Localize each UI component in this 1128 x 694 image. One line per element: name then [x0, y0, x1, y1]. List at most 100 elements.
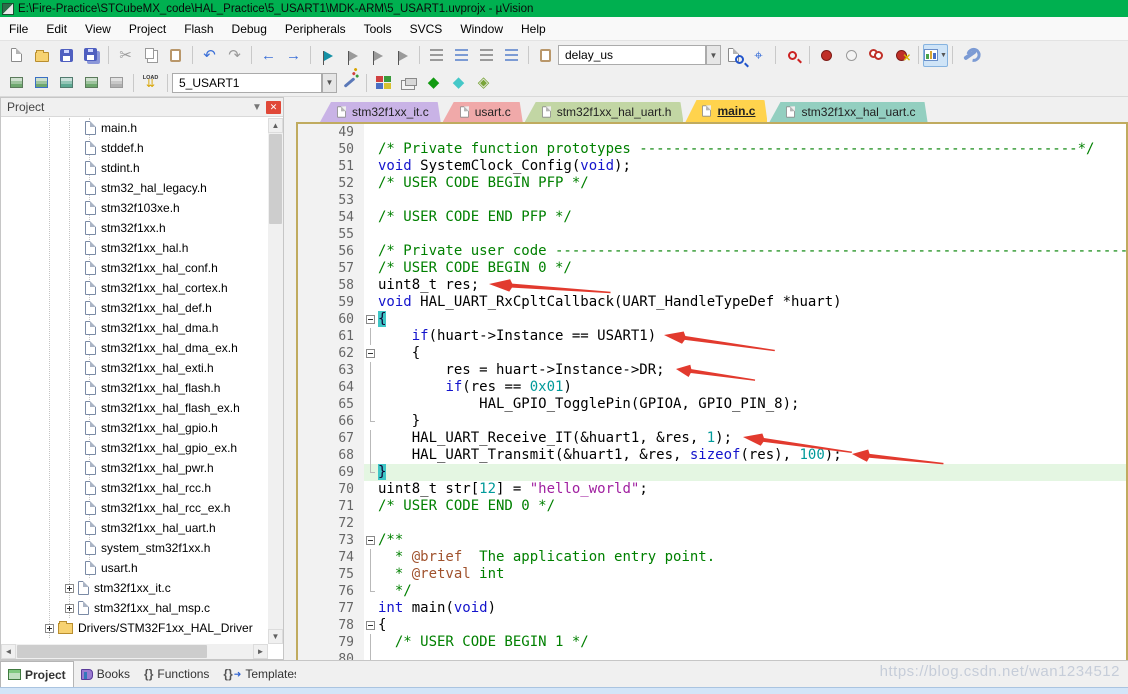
tree-item-stddef-h[interactable]: stddef.h	[1, 138, 268, 158]
rebuild-button[interactable]	[54, 71, 79, 94]
fold-margin[interactable]	[364, 617, 378, 634]
find-combobox[interactable]: delay_us	[558, 45, 706, 65]
code-line-66[interactable]: 66 }	[298, 413, 1126, 430]
expand-plus-icon[interactable]	[45, 624, 54, 633]
cut-button[interactable]: ✂	[113, 44, 138, 67]
code-line-50[interactable]: 50/* Private function prototypes -------…	[298, 141, 1126, 158]
new-file-button[interactable]	[4, 44, 29, 67]
manage-project-items-button[interactable]	[396, 71, 421, 94]
pin-icon[interactable]: ▼	[250, 100, 264, 114]
comment-selection-button[interactable]	[474, 44, 499, 67]
code-line-73[interactable]: 73/**	[298, 532, 1126, 549]
menu-item-peripherals[interactable]: Peripherals	[276, 18, 355, 40]
scroll-up-icon[interactable]: ▲	[268, 118, 283, 133]
save-button[interactable]	[54, 44, 79, 67]
scroll-left-icon[interactable]: ◄	[1, 644, 16, 659]
indent-button[interactable]	[449, 44, 474, 67]
target-select[interactable]: 5_USART1	[172, 73, 322, 93]
stop-build-button[interactable]	[104, 71, 129, 94]
tree-item-stm32f1xx-hal-msp-c[interactable]: stm32f1xx_hal_msp.c	[1, 598, 268, 618]
menu-item-edit[interactable]: Edit	[37, 18, 76, 40]
tree-item-system-stm32f1xx-h[interactable]: system_stm32f1xx.h	[1, 538, 268, 558]
download-button[interactable]: LOAD⇊	[138, 71, 163, 94]
panel-splitter[interactable]	[284, 97, 296, 660]
tree-item-stm32f1xx-hal-pwr-h[interactable]: stm32f1xx_hal_pwr.h	[1, 458, 268, 478]
fold-collapse-icon[interactable]	[366, 315, 375, 324]
manage-runtime-environment-button[interactable]	[371, 71, 396, 94]
code-line-53[interactable]: 53	[298, 192, 1126, 209]
scroll-down-icon[interactable]: ▼	[268, 629, 283, 644]
menu-item-help[interactable]: Help	[512, 18, 555, 40]
code-line-64[interactable]: 64 if(res == 0x01)	[298, 379, 1126, 396]
menu-item-flash[interactable]: Flash	[175, 18, 222, 40]
tree-item-stm32f103xe-h[interactable]: stm32f103xe.h	[1, 198, 268, 218]
tree-item-stm32f1xx-hal-cortex-h[interactable]: stm32f1xx_hal_cortex.h	[1, 278, 268, 298]
project-tree-horizontal-scrollbar[interactable]: ◄ ►	[1, 644, 268, 659]
document-tab-stm32f1xx-hal-uart-h[interactable]: stm32f1xx_hal_uart.h	[525, 102, 684, 122]
analysis-windows-button[interactable]: ▼	[923, 44, 948, 67]
document-tab-stm32f1xx-hal-uart-c[interactable]: stm32f1xx_hal_uart.c	[769, 102, 927, 122]
toggle-bookmark-button[interactable]	[315, 44, 340, 67]
code-line-65[interactable]: 65 HAL_GPIO_TogglePin(GPIOA, GPIO_PIN_8)…	[298, 396, 1126, 413]
uncomment-selection-button[interactable]	[499, 44, 524, 67]
options-for-target-button[interactable]	[337, 71, 362, 94]
batch-build-button[interactable]	[79, 71, 104, 94]
select-software-packs-button[interactable]: ◆	[421, 71, 446, 94]
tree-item-usart-h[interactable]: usart.h	[1, 558, 268, 578]
redo-button[interactable]: ↷	[222, 44, 247, 67]
code-line-54[interactable]: 54/* USER CODE END PFP */	[298, 209, 1126, 226]
code-line-60[interactable]: 60{	[298, 311, 1126, 328]
fold-collapse-icon[interactable]	[366, 536, 375, 545]
enable-disable-breakpoint-button[interactable]	[839, 44, 864, 67]
target-select-value[interactable]: 5_USART1	[173, 76, 321, 90]
configure-button[interactable]	[533, 44, 558, 67]
code-line-74[interactable]: 74 * @brief The application entry point.	[298, 549, 1126, 566]
view-tab-functions[interactable]: {}Functions	[137, 661, 216, 687]
code-line-79[interactable]: 79 /* USER CODE BEGIN 1 */	[298, 634, 1126, 651]
code-line-68[interactable]: 68 HAL_UART_Transmit(&huart1, &res, size…	[298, 447, 1126, 464]
incremental-find-button[interactable]	[780, 44, 805, 67]
tree-item-stm32f1xx-hal-gpio-h[interactable]: stm32f1xx_hal_gpio.h	[1, 418, 268, 438]
code-line-72[interactable]: 72	[298, 515, 1126, 532]
menu-item-tools[interactable]: Tools	[355, 18, 401, 40]
expand-plus-icon[interactable]	[65, 584, 74, 593]
view-tab-templates[interactable]: {}➜Templates	[216, 661, 307, 687]
menu-item-file[interactable]: File	[0, 18, 37, 40]
code-line-49[interactable]: 49	[298, 124, 1126, 141]
find-combobox-dropdown[interactable]: ▼	[706, 45, 721, 65]
code-line-63[interactable]: 63 res = huart->Instance->DR;	[298, 362, 1126, 379]
undo-button[interactable]: ↶	[197, 44, 222, 67]
save-all-button[interactable]	[79, 44, 104, 67]
code-line-70[interactable]: 70uint8_t str[12] = "hello_world";	[298, 481, 1126, 498]
code-line-71[interactable]: 71/* USER CODE END 0 */	[298, 498, 1126, 515]
code-line-69[interactable]: 69}	[298, 464, 1126, 481]
view-tab-books[interactable]: Books	[74, 661, 137, 687]
close-panel-button[interactable]: ✕	[266, 101, 281, 114]
tree-item-stdint-h[interactable]: stdint.h	[1, 158, 268, 178]
fold-margin[interactable]	[364, 345, 378, 362]
tree-item-stm32f1xx-hal-def-h[interactable]: stm32f1xx_hal_def.h	[1, 298, 268, 318]
fold-collapse-icon[interactable]	[366, 349, 375, 358]
unindent-button[interactable]	[424, 44, 449, 67]
scrollbar-thumb[interactable]	[17, 645, 207, 658]
tree-item-stm32f1xx-hal-conf-h[interactable]: stm32f1xx_hal_conf.h	[1, 258, 268, 278]
tree-item-stm32f1xx-hal-uart-h[interactable]: stm32f1xx_hal_uart.h	[1, 518, 268, 538]
tree-item-stm32f1xx-hal-dma-ex-h[interactable]: stm32f1xx_hal_dma_ex.h	[1, 338, 268, 358]
target-select-dropdown[interactable]: ▼	[322, 73, 337, 93]
code-line-57[interactable]: 57/* USER CODE BEGIN 0 */	[298, 260, 1126, 277]
tree-item-stm32f1xx-hal-dma-h[interactable]: stm32f1xx_hal_dma.h	[1, 318, 268, 338]
translate-button[interactable]	[4, 71, 29, 94]
open-file-button[interactable]	[29, 44, 54, 67]
tree-item-stm32f1xx-h[interactable]: stm32f1xx.h	[1, 218, 268, 238]
insert-breakpoint-button[interactable]	[814, 44, 839, 67]
find-in-files-button[interactable]	[721, 44, 746, 67]
find-combobox-value[interactable]: delay_us	[559, 48, 705, 62]
tree-item-stm32f1xx-hal-gpio-ex-h[interactable]: stm32f1xx_hal_gpio_ex.h	[1, 438, 268, 458]
menu-item-svcs[interactable]: SVCS	[401, 18, 452, 40]
code-line-58[interactable]: 58uint8_t res;	[298, 277, 1126, 294]
tree-item-stm32-hal-legacy-h[interactable]: stm32_hal_legacy.h	[1, 178, 268, 198]
document-tab-usart-c[interactable]: usart.c	[443, 102, 523, 122]
code-editor[interactable]: 4950/* Private function prototypes -----…	[298, 124, 1126, 664]
code-line-51[interactable]: 51void SystemClock_Config(void);	[298, 158, 1126, 175]
code-line-76[interactable]: 76 */	[298, 583, 1126, 600]
